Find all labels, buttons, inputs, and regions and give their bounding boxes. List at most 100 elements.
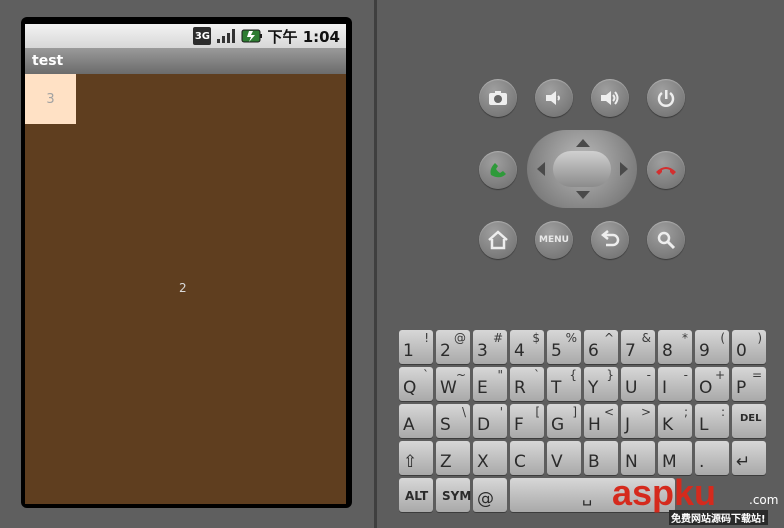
key-h[interactable]: H < bbox=[584, 404, 618, 438]
key-alt-label: - bbox=[646, 368, 651, 382]
key-f[interactable]: F[ bbox=[510, 404, 544, 438]
key-label: Y bbox=[588, 378, 599, 398]
key-w[interactable]: W ~ bbox=[436, 367, 470, 401]
key-5[interactable]: 5% bbox=[547, 330, 581, 364]
key-n[interactable]: N bbox=[621, 441, 655, 475]
panel-divider bbox=[374, 0, 377, 528]
volume-down-button[interactable] bbox=[535, 79, 573, 117]
key-b[interactable]: B bbox=[584, 441, 618, 475]
key-alt-label: ^ bbox=[603, 331, 614, 345]
key-at[interactable]: @ bbox=[473, 478, 507, 512]
volume-up-button[interactable] bbox=[591, 79, 629, 117]
key-q[interactable]: Q ` bbox=[399, 367, 433, 401]
key-alt-label: ` bbox=[423, 368, 429, 382]
key-l[interactable]: L: bbox=[695, 404, 729, 438]
key-4[interactable]: 4 $ bbox=[510, 330, 544, 364]
key-label: 1 bbox=[403, 341, 414, 361]
key-label: R bbox=[514, 378, 526, 398]
key-label: A bbox=[403, 415, 415, 435]
key-label: Z bbox=[440, 452, 452, 472]
key-k[interactable]: K; bbox=[658, 404, 692, 438]
signal-bars-icon bbox=[215, 27, 237, 45]
key-3[interactable]: 3 # bbox=[473, 330, 507, 364]
back-icon bbox=[599, 230, 621, 250]
key-sym[interactable]: SYM bbox=[436, 478, 471, 512]
volume-up-icon bbox=[599, 89, 621, 107]
key-alt-label: + bbox=[714, 368, 725, 382]
network-3g-icon: 3G bbox=[193, 27, 212, 45]
key-d[interactable]: D ' bbox=[473, 404, 507, 438]
center-label: 2 bbox=[179, 281, 187, 295]
key-j[interactable]: J > bbox=[621, 404, 655, 438]
key-label: ALT bbox=[405, 489, 429, 503]
key-s[interactable]: S \ bbox=[436, 404, 470, 438]
key-enter[interactable]: ↵ bbox=[732, 441, 766, 475]
key-e[interactable]: E " bbox=[473, 367, 507, 401]
key-alt-label: ` bbox=[534, 368, 540, 382]
call-button[interactable] bbox=[479, 151, 517, 189]
key-label: E bbox=[477, 378, 488, 398]
key-alt[interactable]: ALT bbox=[399, 478, 433, 512]
key-t[interactable]: T{ bbox=[547, 367, 581, 401]
search-button[interactable] bbox=[647, 221, 685, 259]
key-label: F bbox=[514, 415, 524, 435]
top-left-box[interactable]: 3 bbox=[25, 74, 76, 124]
battery-charging-icon bbox=[241, 27, 263, 45]
key-u[interactable]: U- bbox=[621, 367, 655, 401]
status-bar: 3G 下午 1:04 bbox=[25, 24, 346, 48]
key-7[interactable]: 7 & bbox=[621, 330, 655, 364]
dpad-down-icon[interactable] bbox=[576, 191, 590, 199]
key-x[interactable]: X bbox=[473, 441, 507, 475]
key-label: B bbox=[588, 452, 600, 472]
key-shift[interactable]: ⇧ bbox=[399, 441, 433, 475]
key-o[interactable]: O + bbox=[695, 367, 729, 401]
dpad-up-icon[interactable] bbox=[576, 139, 590, 147]
key-i[interactable]: I- bbox=[658, 367, 692, 401]
key-1[interactable]: 1! bbox=[399, 330, 433, 364]
end-call-button[interactable] bbox=[647, 151, 685, 189]
key-2[interactable]: 2 @ bbox=[436, 330, 470, 364]
camera-icon bbox=[487, 89, 509, 107]
key-alt-label: > bbox=[640, 405, 651, 419]
key-z[interactable]: Z bbox=[436, 441, 470, 475]
key-alt-label: \ bbox=[461, 405, 466, 419]
key-p[interactable]: P = bbox=[732, 367, 766, 401]
key-label: 8 bbox=[662, 341, 673, 361]
back-button[interactable] bbox=[591, 221, 629, 259]
key-.[interactable]: . bbox=[695, 441, 729, 475]
key-alt-label: # bbox=[492, 331, 503, 345]
key-6[interactable]: 6 ^ bbox=[584, 330, 618, 364]
key-label: J bbox=[625, 415, 631, 435]
phone-red-icon bbox=[654, 162, 678, 178]
key-y[interactable]: Y} bbox=[584, 367, 618, 401]
menu-button[interactable]: MENU bbox=[535, 221, 573, 259]
key-label: N bbox=[625, 452, 638, 472]
key-label: O bbox=[699, 378, 713, 398]
key-a[interactable]: A bbox=[399, 404, 433, 438]
home-button[interactable] bbox=[479, 221, 517, 259]
watermark-text: aspku bbox=[612, 472, 717, 513]
key-label: D bbox=[477, 415, 491, 435]
key-c[interactable]: C bbox=[510, 441, 544, 475]
key-del[interactable]: DEL bbox=[732, 404, 766, 438]
power-button[interactable] bbox=[647, 79, 685, 117]
key-9[interactable]: 9( bbox=[695, 330, 729, 364]
key-8[interactable]: 8 * bbox=[658, 330, 692, 364]
key-label: 7 bbox=[625, 341, 636, 361]
dpad-center-button[interactable] bbox=[553, 151, 611, 187]
key-m[interactable]: M bbox=[658, 441, 692, 475]
key-label: G bbox=[551, 415, 565, 435]
dpad-right-icon[interactable] bbox=[620, 162, 628, 176]
key-label: L bbox=[699, 415, 709, 435]
key-0[interactable]: 0) bbox=[732, 330, 766, 364]
time-prefix: 下午 bbox=[267, 27, 298, 46]
key-v[interactable]: V bbox=[547, 441, 581, 475]
key-g[interactable]: G] bbox=[547, 404, 581, 438]
android-screen: 3G 下午 1:04 test 3 2 bbox=[25, 24, 346, 504]
phone-green-icon bbox=[487, 159, 509, 181]
dpad-left-icon[interactable] bbox=[537, 162, 545, 176]
key-r[interactable]: R ` bbox=[510, 367, 544, 401]
key-label: 0 bbox=[736, 341, 747, 361]
key-label: ↵ bbox=[736, 452, 751, 472]
camera-button[interactable] bbox=[479, 79, 517, 117]
